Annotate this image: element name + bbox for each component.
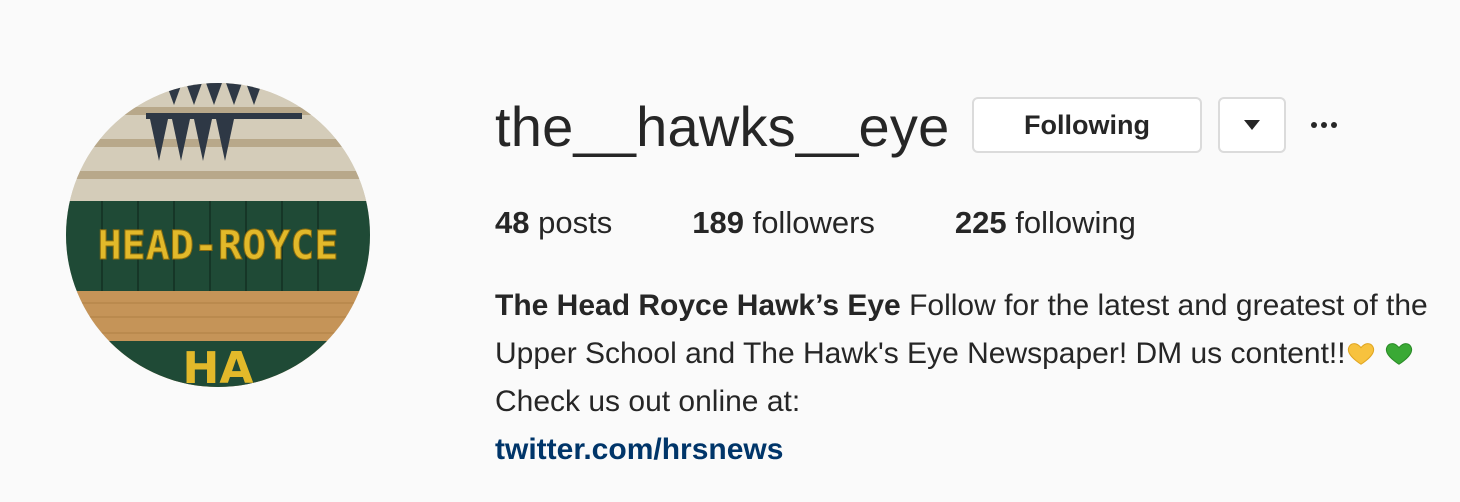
chevron-down-icon <box>1244 120 1260 130</box>
more-options-icon <box>1311 122 1317 128</box>
yellow-heart-icon <box>1347 343 1374 365</box>
avatar-banner-text: HEAD-ROYCE <box>98 223 339 269</box>
stat-following[interactable]: 225 following <box>955 203 1136 243</box>
profile-stats: 48 posts 189 followers 225 following <box>495 203 1136 243</box>
bio-link[interactable]: twitter.com/hrsnews <box>495 426 1435 474</box>
stat-label: following <box>1015 205 1136 240</box>
stat-count: 189 <box>692 205 744 240</box>
avatar-image: HEAD-ROYCE HA <box>66 83 370 387</box>
stat-followers[interactable]: 189 followers <box>692 203 875 243</box>
profile-avatar[interactable]: HEAD-ROYCE HA <box>66 83 370 387</box>
more-options-icon <box>1321 122 1327 128</box>
profile-page: HEAD-ROYCE HA the__hawks__eye Following … <box>0 0 1460 502</box>
stat-posts: 48 posts <box>495 203 612 243</box>
green-heart-icon <box>1385 343 1413 365</box>
more-options-icon <box>1331 122 1337 128</box>
profile-username: the__hawks__eye <box>495 95 950 158</box>
stat-count: 48 <box>495 205 530 240</box>
bio-text: Check us out online at: <box>495 385 801 418</box>
stat-label: posts <box>538 205 613 240</box>
profile-bio: The Head Royce Hawk’s Eye Follow for the… <box>495 282 1435 474</box>
stat-label: followers <box>752 205 875 240</box>
stat-count: 225 <box>954 205 1007 240</box>
more-options-button[interactable] <box>1302 106 1346 144</box>
avatar-floor-text: HA <box>183 343 254 387</box>
profile-full-name: The Head Royce Hawk’s Eye <box>495 289 901 322</box>
following-button[interactable]: Following <box>972 97 1202 153</box>
suggested-accounts-button[interactable] <box>1218 97 1286 153</box>
